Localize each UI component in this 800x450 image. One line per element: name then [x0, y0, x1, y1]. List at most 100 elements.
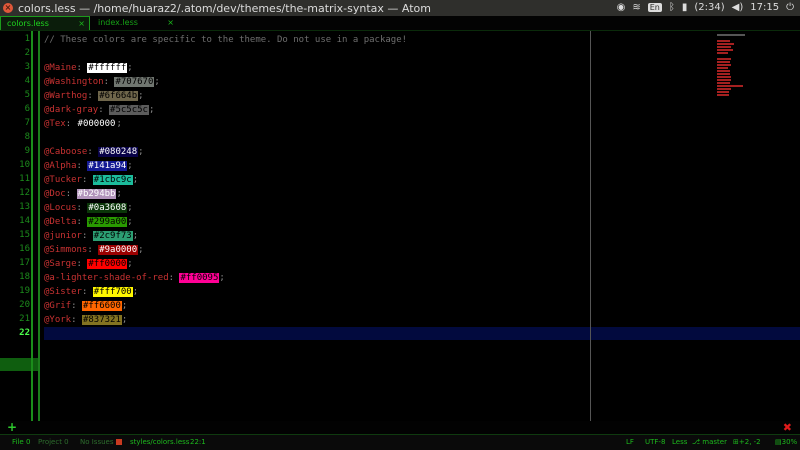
variable-name: @Sister	[44, 287, 82, 297]
minimap-line	[717, 46, 732, 48]
clock[interactable]: 17:15	[750, 2, 779, 13]
line-number[interactable]: 19	[0, 286, 30, 296]
line-number[interactable]: 3	[0, 62, 30, 72]
colon: :	[87, 245, 99, 255]
semicolon: ;	[138, 91, 144, 101]
status-file-count[interactable]: File 0	[12, 435, 30, 449]
line-number[interactable]: 15	[0, 230, 30, 240]
colon: :	[168, 273, 180, 283]
power-icon[interactable]: ⏻	[786, 2, 794, 13]
code-line[interactable]: // These colors are specific to the them…	[44, 34, 407, 46]
code-line[interactable]: @Caboose: #080248;	[44, 146, 144, 158]
code-line[interactable]: @junior: #2c9f73;	[44, 230, 138, 242]
line-number[interactable]: 20	[0, 300, 30, 310]
code-line[interactable]: @Maine: #ffffff;	[44, 62, 133, 74]
colon: :	[98, 105, 110, 115]
editor[interactable]: // These colors are specific to the them…	[40, 31, 800, 421]
line-number[interactable]: 1	[0, 34, 30, 44]
add-icon[interactable]: +	[7, 421, 17, 434]
status-cursor-position[interactable]: 22:1	[190, 435, 206, 449]
status-issues[interactable]: No Issues	[80, 435, 122, 449]
colon: :	[76, 63, 88, 73]
tab-close-icon[interactable]: ×	[78, 17, 85, 31]
code-comment: // These colors are specific to the them…	[44, 35, 408, 45]
status-file-path[interactable]: styles/colors.less	[130, 435, 189, 449]
semicolon: ;	[154, 77, 160, 87]
status-branch[interactable]: ⎇ master	[692, 435, 727, 449]
line-number[interactable]: 2	[0, 48, 30, 58]
colon: :	[65, 119, 77, 129]
volume-icon[interactable]: ◀)	[732, 2, 744, 13]
code-line[interactable]: @Sister: #fff700;	[44, 286, 138, 298]
line-number[interactable]: 4	[0, 76, 30, 86]
colon: :	[76, 259, 88, 269]
color-value: #ffffff	[87, 63, 128, 73]
line-number[interactable]: 7	[0, 118, 30, 128]
code-line[interactable]: @Sarge: #ff0000;	[44, 258, 133, 270]
wifi-icon[interactable]: ≋	[632, 2, 640, 13]
line-number[interactable]: 17	[0, 258, 30, 268]
line-number[interactable]: 14	[0, 216, 30, 226]
tab-colors-less[interactable]: colors.less ×	[0, 16, 90, 30]
colon: :	[87, 147, 99, 157]
status-encoding[interactable]: UTF-8	[645, 435, 665, 449]
variable-name: @junior	[44, 231, 82, 241]
linter-icon	[115, 439, 122, 445]
minimap-line	[717, 67, 729, 69]
dropbox-icon[interactable]: ◉	[617, 2, 626, 13]
line-number-gutter[interactable]: 1 2 3 4 5 6 7 8 9 10 11 12 13 14 15 16 17 18 19 20 21 22	[0, 31, 40, 421]
line-number[interactable]: 16	[0, 244, 30, 254]
line-number[interactable]: 8	[0, 132, 30, 142]
line-number[interactable]: 13	[0, 202, 30, 212]
colon: :	[71, 315, 82, 325]
code-line[interactable]: @Grif: #ff6600;	[44, 300, 127, 312]
color-value: #fff700	[92, 287, 133, 297]
window-title: colors.less — /home/huaraz2/.atom/dev/th…	[18, 2, 431, 15]
issues-label: No Issues	[80, 438, 114, 446]
battery-icon[interactable]: ▮	[682, 2, 688, 13]
bluetooth-icon[interactable]: ᛒ	[669, 2, 675, 13]
code-line[interactable]: @Washington: #707670;	[44, 76, 160, 88]
line-number[interactable]: 22	[0, 328, 30, 338]
minimap[interactable]	[717, 34, 747, 96]
code-line[interactable]: @a-lighter-shade-of-red: #ff0095;	[44, 272, 225, 284]
window-close-button[interactable]: ×	[3, 3, 13, 13]
status-project-count[interactable]: Project 0	[38, 435, 69, 449]
line-number[interactable]: 5	[0, 90, 30, 100]
status-line-ending[interactable]: LF	[626, 435, 634, 449]
minimap-line	[717, 49, 733, 51]
colon: :	[76, 161, 88, 171]
code-line[interactable]: @Simmons: #9a0000;	[44, 244, 144, 256]
line-number[interactable]: 10	[0, 160, 30, 170]
status-git-diff[interactable]: ⊞+2, -2	[733, 435, 761, 449]
status-zoom[interactable]: ▤30%	[775, 435, 797, 449]
color-value: #2c9f73	[92, 231, 133, 241]
system-tray: ◉ ≋ En ᛒ ▮ (2:34) ◀) 17:15 ⏻	[617, 2, 794, 13]
close-panel-icon[interactable]: ✖	[783, 421, 792, 434]
title-bar: × colors.less — /home/huaraz2/.atom/dev/…	[0, 0, 800, 16]
code-line[interactable]: @Doc: #b294bb;	[44, 188, 122, 200]
color-value: #5c5c5c	[109, 105, 149, 115]
code-line[interactable]: @Tex: #000000;	[44, 118, 122, 130]
line-number[interactable]: 12	[0, 188, 30, 198]
code-line[interactable]: @York: #837321;	[44, 314, 127, 326]
code-line[interactable]: @dark-gray: #5c5c5c;	[44, 104, 154, 116]
line-number[interactable]: 6	[0, 104, 30, 114]
minimap-line	[717, 88, 731, 90]
variable-name: @dark-gray	[44, 105, 99, 115]
tab-close-icon[interactable]: ×	[167, 16, 174, 30]
code-line[interactable]: @Alpha: #141a94;	[44, 160, 133, 172]
tab-index-less[interactable]: index.less ×	[92, 16, 178, 30]
code-line[interactable]: @Locus: #0a3608;	[44, 202, 133, 214]
status-grammar[interactable]: Less	[672, 435, 687, 449]
code-line[interactable]: @Warthog: #6f664b;	[44, 90, 144, 102]
line-number[interactable]: 21	[0, 314, 30, 324]
line-number[interactable]: 9	[0, 146, 30, 156]
line-number[interactable]: 11	[0, 174, 30, 184]
code-line[interactable]: @Tucker: #1cbc9c;	[44, 174, 138, 186]
minimap-line	[717, 34, 745, 36]
code-line[interactable]: @Delta: #299a00;	[44, 216, 133, 228]
keyboard-layout-indicator[interactable]: En	[647, 3, 662, 12]
line-number[interactable]: 18	[0, 272, 30, 282]
color-value: #000000	[76, 119, 117, 129]
